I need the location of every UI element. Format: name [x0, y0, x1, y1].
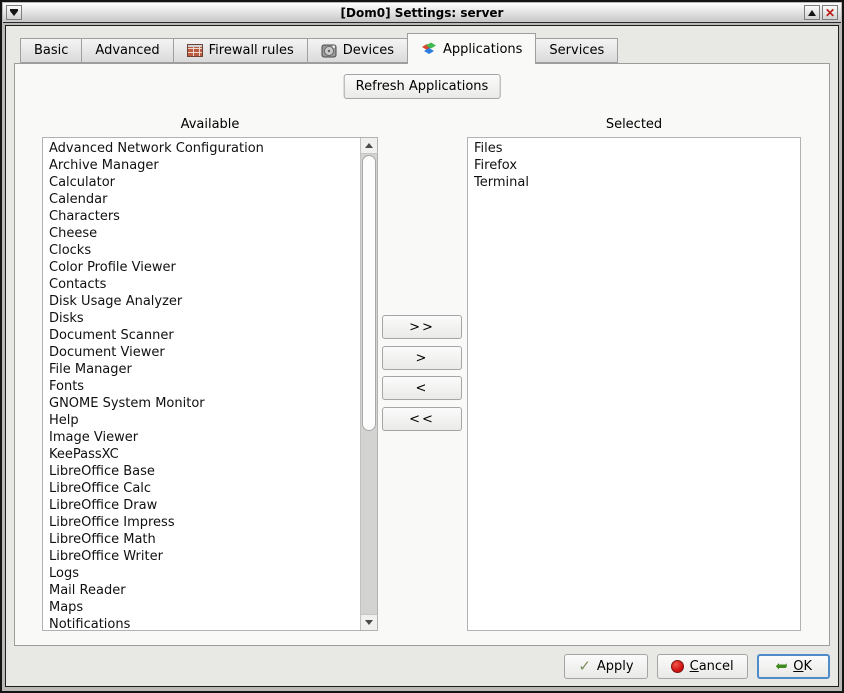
list-item[interactable]: Document Scanner	[49, 327, 360, 344]
ok-button-label: OK	[793, 659, 812, 674]
ok-arrow-icon: ➥	[775, 659, 788, 674]
dialog-button-row: ✓ Apply Cancel ➥ OK	[14, 646, 830, 686]
list-item[interactable]: Maps	[49, 599, 360, 616]
tab-applications[interactable]: Applications	[407, 33, 536, 64]
titlebar[interactable]: [Dom0] Settings: server ✕	[3, 3, 841, 23]
devices-icon	[321, 43, 337, 59]
tab-advanced[interactable]: Advanced	[81, 38, 173, 63]
move-left-button[interactable]: <	[382, 376, 462, 400]
list-item[interactable]: File Manager	[49, 361, 360, 378]
list-item[interactable]: GNOME System Monitor	[49, 395, 360, 412]
list-item[interactable]: Contacts	[49, 276, 360, 293]
cancel-button-label: Cancel	[690, 659, 734, 674]
list-item[interactable]: LibreOffice Draw	[49, 497, 360, 514]
list-item[interactable]: LibreOffice Impress	[49, 514, 360, 531]
window-menu-button[interactable]	[6, 5, 22, 20]
list-item[interactable]: LibreOffice Base	[49, 463, 360, 480]
list-item[interactable]: Clocks	[49, 242, 360, 259]
applications-icon	[421, 41, 437, 57]
list-item[interactable]: Calculator	[49, 174, 360, 191]
stop-icon	[671, 660, 684, 673]
list-item[interactable]: LibreOffice Writer	[49, 548, 360, 565]
list-item[interactable]: KeePassXC	[49, 446, 360, 463]
close-button[interactable]: ✕	[822, 5, 838, 20]
window-menu-arrow-icon	[10, 11, 18, 16]
list-item[interactable]: Document Viewer	[49, 344, 360, 361]
list-item[interactable]: Files	[474, 140, 800, 157]
list-item[interactable]: Archive Manager	[49, 157, 360, 174]
list-item[interactable]: Cheese	[49, 225, 360, 242]
ok-button[interactable]: ➥ OK	[757, 654, 830, 679]
list-item[interactable]: Calendar	[49, 191, 360, 208]
move-right-button[interactable]: >	[382, 346, 462, 370]
tab-advanced-label: Advanced	[95, 43, 159, 58]
selected-list-label: Selected	[467, 117, 801, 132]
list-item[interactable]: Logs	[49, 565, 360, 582]
list-item[interactable]: Characters	[49, 208, 360, 225]
tab-basic-label: Basic	[34, 43, 68, 58]
tab-firewall-rules[interactable]: Firewall rules	[173, 38, 308, 63]
close-icon: ✕	[825, 7, 835, 19]
scrollbar-thumb[interactable]	[362, 155, 376, 431]
tab-bar: Basic Advanced Firewall rules Dev	[20, 33, 617, 64]
list-item[interactable]: LibreOffice Calc	[49, 480, 360, 497]
apply-button-label: Apply	[597, 659, 634, 674]
apply-button[interactable]: ✓ Apply	[564, 654, 647, 679]
shade-button[interactable]	[804, 5, 820, 20]
list-item[interactable]: Help	[49, 412, 360, 429]
list-item[interactable]: Firefox	[474, 157, 800, 174]
list-item[interactable]: Mail Reader	[49, 582, 360, 599]
selected-applications-items: FilesFirefoxTerminal	[468, 138, 800, 630]
cancel-button[interactable]: Cancel	[657, 654, 748, 679]
scroll-up-button[interactable]	[361, 138, 377, 154]
tab-devices-label: Devices	[343, 43, 394, 58]
tab-firewall-rules-label: Firewall rules	[209, 43, 294, 58]
dialog-client-area: Basic Advanced Firewall rules Dev	[5, 25, 839, 687]
scroll-down-icon	[365, 620, 373, 625]
refresh-applications-button[interactable]: Refresh Applications	[344, 74, 501, 99]
tab-services[interactable]: Services	[535, 38, 618, 63]
move-all-right-button[interactable]: >>	[382, 315, 462, 339]
applications-tab-panel: Refresh Applications Available Selected …	[14, 63, 830, 646]
selected-applications-list[interactable]: FilesFirefoxTerminal	[467, 137, 801, 631]
list-item[interactable]: Disk Usage Analyzer	[49, 293, 360, 310]
list-item[interactable]: Terminal	[474, 174, 800, 191]
list-item[interactable]: Fonts	[49, 378, 360, 395]
list-item[interactable]: Disks	[49, 310, 360, 327]
available-applications-items: Advanced Network ConfigurationArchive Ma…	[43, 138, 360, 630]
settings-window: [Dom0] Settings: server ✕ Basic Advanced…	[0, 0, 844, 693]
tab-services-label: Services	[549, 43, 604, 58]
window-title: [Dom0] Settings: server	[43, 5, 801, 21]
list-item[interactable]: Image Viewer	[49, 429, 360, 446]
list-item[interactable]: Notifications	[49, 616, 360, 631]
tab-basic[interactable]: Basic	[20, 38, 82, 63]
scroll-down-button[interactable]	[361, 614, 377, 630]
firewall-icon	[187, 44, 203, 57]
available-list-label: Available	[42, 117, 378, 132]
shade-icon	[808, 10, 816, 16]
scroll-up-icon	[365, 143, 373, 148]
list-item[interactable]: Color Profile Viewer	[49, 259, 360, 276]
available-list-scrollbar[interactable]	[360, 138, 377, 630]
check-icon: ✓	[578, 659, 591, 674]
list-item[interactable]: Advanced Network Configuration	[49, 140, 360, 157]
list-item[interactable]: LibreOffice Math	[49, 531, 360, 548]
move-all-left-button[interactable]: <<	[382, 407, 462, 431]
tab-devices[interactable]: Devices	[307, 38, 408, 63]
available-applications-list[interactable]: Advanced Network ConfigurationArchive Ma…	[42, 137, 378, 631]
tab-applications-label: Applications	[443, 42, 522, 57]
